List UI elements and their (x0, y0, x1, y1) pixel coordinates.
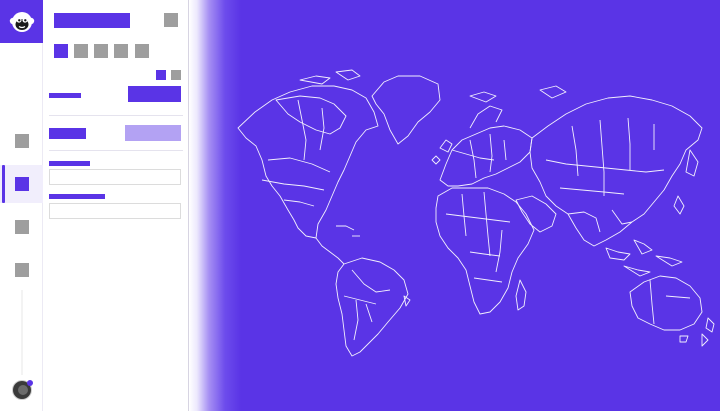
rail-scrollbar[interactable] (21, 290, 23, 375)
placeholder-square-icon (14, 263, 29, 277)
section-tag (49, 128, 86, 139)
rail-item-4[interactable] (0, 251, 43, 289)
monkey-logo-icon (9, 11, 34, 32)
placeholder-square-icon (14, 134, 29, 148)
gray-square-icon[interactable] (171, 70, 181, 80)
primary-square-icon[interactable] (156, 70, 166, 80)
text-field-1[interactable] (49, 169, 181, 185)
section-label (49, 93, 81, 98)
primary-square-icon[interactable] (54, 44, 68, 58)
placeholder-square-icon (14, 177, 29, 191)
world-map-icon (237, 69, 715, 357)
primary-button[interactable] (128, 86, 181, 102)
notification-badge (27, 380, 33, 386)
field-label (49, 161, 90, 166)
placeholder-square-icon (14, 220, 29, 234)
gray-square-icon[interactable] (94, 44, 108, 58)
map-canvas[interactable] (189, 0, 720, 411)
rail-item-1[interactable] (0, 122, 43, 160)
text-field-2[interactable] (49, 203, 181, 219)
divider (49, 115, 183, 116)
field-label (49, 194, 105, 199)
rail-item-2[interactable] (0, 165, 43, 203)
icon-rail (0, 0, 43, 411)
panel-title (54, 13, 130, 28)
gray-square-icon[interactable] (135, 44, 149, 58)
gray-square-icon[interactable] (74, 44, 88, 58)
brand-logo[interactable] (0, 0, 43, 43)
divider (49, 150, 183, 151)
secondary-button[interactable] (125, 125, 181, 141)
panel-menu-icon[interactable] (164, 13, 178, 27)
gray-square-icon[interactable] (114, 44, 128, 58)
rail-item-3[interactable] (0, 208, 43, 246)
side-panel (43, 0, 189, 411)
